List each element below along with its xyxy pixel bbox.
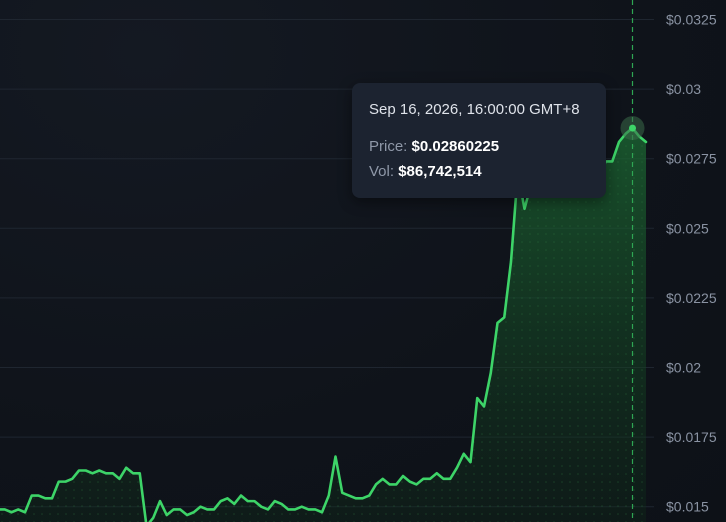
tooltip-timestamp: Sep 16, 2026, 16:00:00 GMT+8	[369, 101, 580, 118]
price-chart[interactable]: $0.0325 $0.03 $0.0275 $0.025 $0.0225 $0.02 $0.…	[0, 0, 726, 522]
chart-canvas[interactable]: $0.0325 $0.03 $0.0275 $0.025 $0.0225 $0.02 $0.…	[0, 0, 726, 522]
y-tick-label: $0.0225	[666, 290, 717, 306]
tooltip-volume-value: $86,742,514	[398, 163, 482, 180]
y-tick-label: $0.0325	[666, 11, 717, 27]
y-tick-label: $0.03	[666, 81, 701, 97]
tooltip-volume-row: Vol: $86,742,514	[369, 159, 589, 184]
y-tick-label: $0.0275	[666, 151, 717, 167]
tooltip-price-value: $0.02860225	[411, 138, 500, 155]
y-tick-label: $0.0175	[666, 429, 717, 445]
y-axis: $0.0325 $0.03 $0.0275 $0.025 $0.0225 $0.02 $0.…	[666, 11, 717, 514]
hover-marker	[629, 124, 636, 132]
tooltip-volume-label: Vol:	[369, 163, 395, 180]
tooltip-price-label: Price:	[369, 138, 408, 155]
y-tick-label: $0.02	[666, 359, 701, 375]
price-tooltip: Sep 16, 2026, 16:00:00 GMT+8 Price: $0.0…	[352, 83, 606, 198]
y-tick-label: $0.025	[666, 220, 709, 236]
tooltip-price-row: Price: $0.02860225	[369, 134, 589, 159]
y-tick-label: $0.015	[666, 499, 709, 515]
